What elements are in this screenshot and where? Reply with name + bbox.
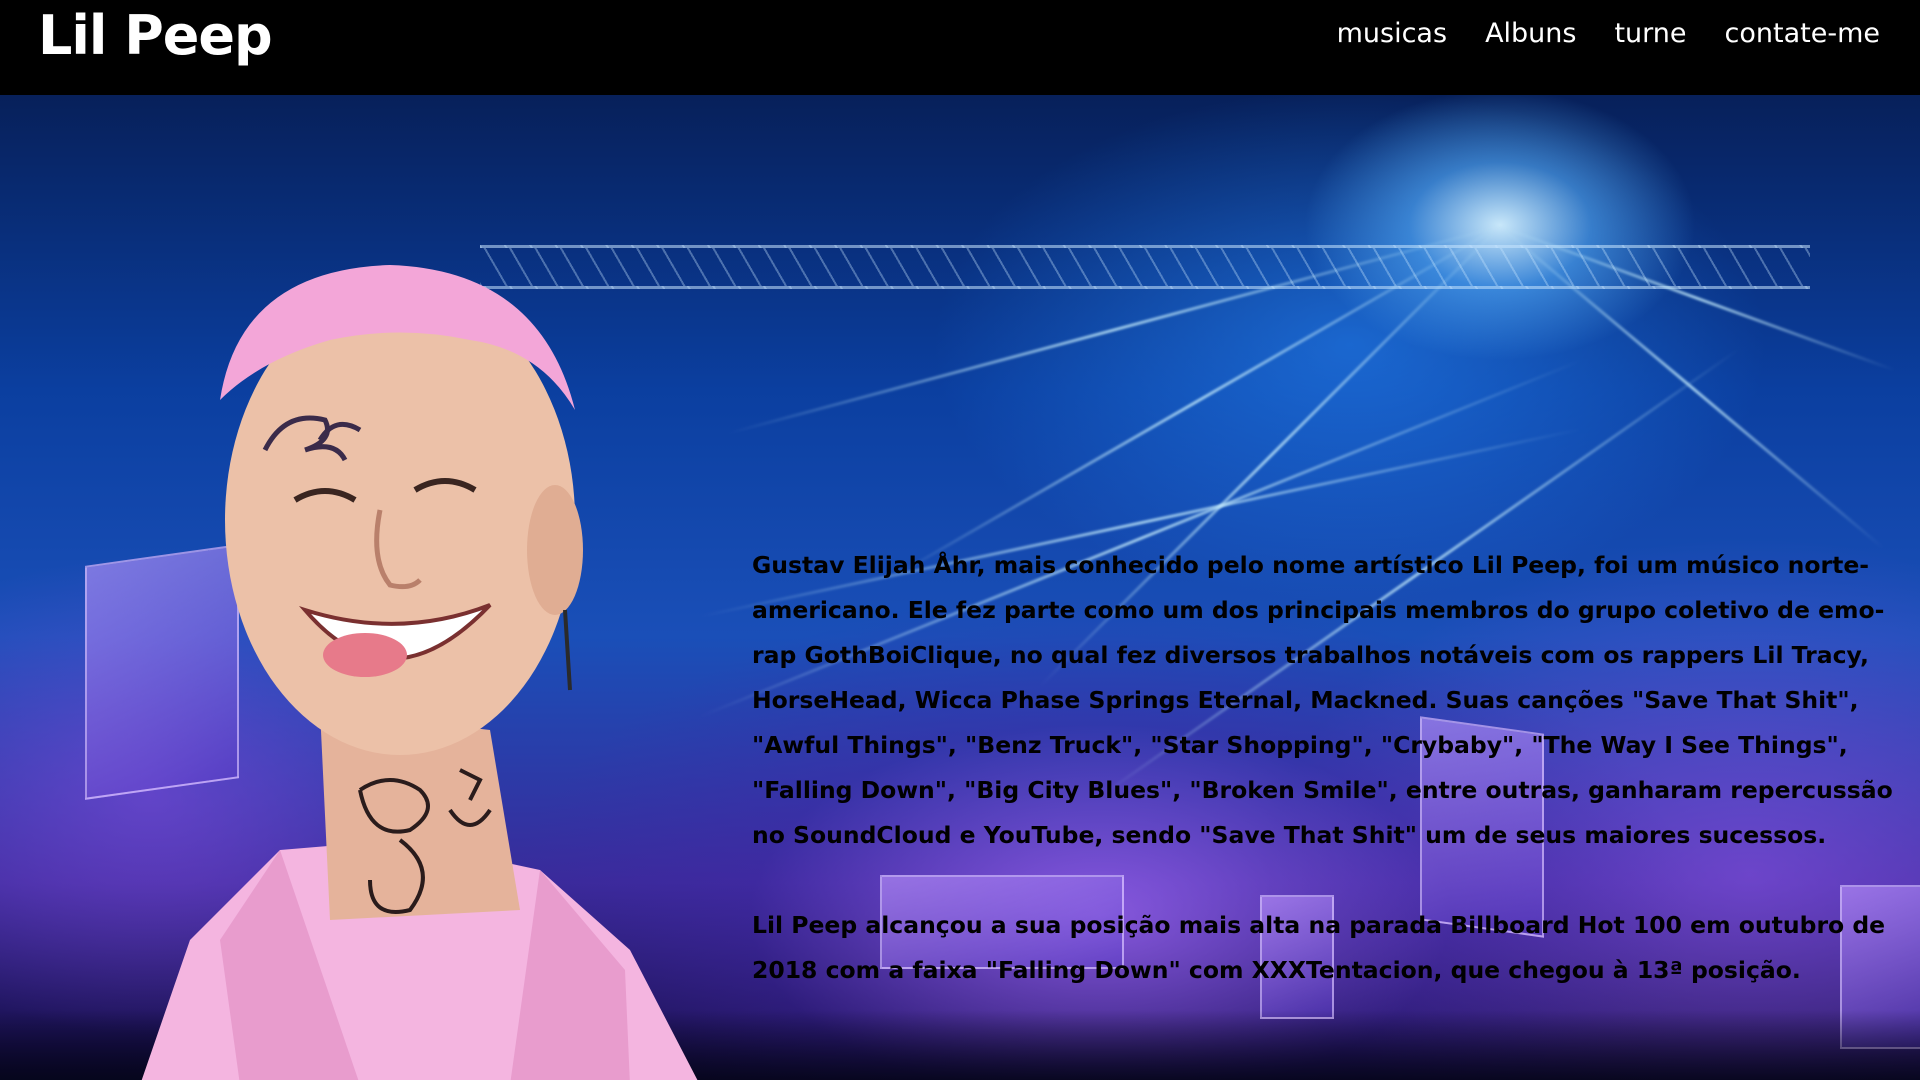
page: Lil Peep musicas Albuns turne contate-me [0, 0, 1920, 1080]
bio-paragraph-1: Gustav Elijah Åhr, mais conhecido pelo n… [752, 551, 1893, 849]
earring [563, 609, 572, 691]
ear [527, 485, 583, 615]
nav-link-musicas[interactable]: musicas [1337, 16, 1447, 52]
nav-link-turne[interactable]: turne [1614, 16, 1686, 52]
site-logo[interactable]: Lil Peep [38, 4, 273, 68]
nav-link-albuns[interactable]: Albuns [1485, 16, 1576, 52]
nav-menu: musicas Albuns turne contate-me [1337, 16, 1880, 52]
top-navbar: Lil Peep musicas Albuns turne contate-me [0, 0, 1920, 95]
hero-section: Gustav Elijah Åhr, mais conhecido pelo n… [0, 95, 1920, 1080]
tongue [323, 633, 407, 677]
artist-bio: Gustav Elijah Åhr, mais conhecido pelo n… [752, 543, 1902, 1038]
bio-paragraph-2: Lil Peep alcançou a sua posição mais alt… [752, 911, 1886, 984]
artist-portrait [141, 265, 698, 1080]
nav-link-contate-me[interactable]: contate-me [1725, 16, 1880, 52]
